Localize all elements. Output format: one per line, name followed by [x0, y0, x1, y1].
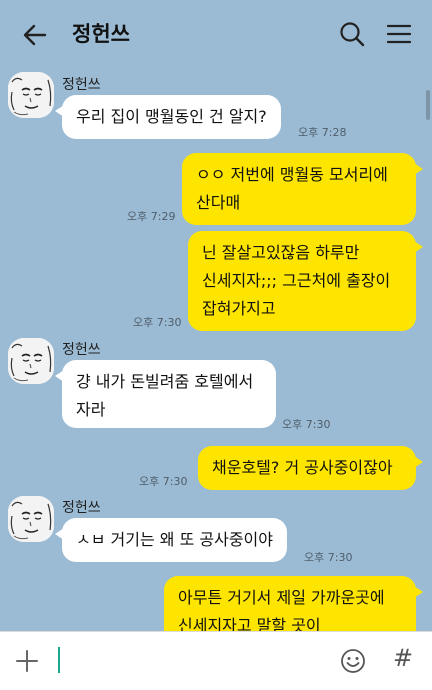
- message-bubble-outgoing[interactable]: ㅇㅇ 저번에 맹월동 모서리에 산다매: [182, 153, 423, 225]
- message-text-line: 잡혀가지고: [202, 299, 276, 318]
- message-bubble-outgoing[interactable]: 채운호텔? 거 공사중이잖아: [198, 446, 423, 490]
- message-time: 오후 7:29: [127, 210, 176, 223]
- message-text-line: 산다매: [196, 193, 241, 212]
- message-text-line: 자라: [76, 400, 106, 419]
- message-time: 오후 7:30: [133, 316, 182, 329]
- avatar-face-icon: [8, 338, 54, 384]
- message-time: 오후 7:30: [139, 475, 188, 488]
- message-text-line: 닌 잘살고있잖음 하루만: [202, 243, 360, 262]
- message-text: 우리 집이 맹월동인 건 알지?: [76, 107, 267, 126]
- message-text-line: 신세지자;;; 그근처에 출장이: [202, 271, 391, 290]
- message-input[interactable]: [56, 643, 316, 679]
- chat-title: 정헌쓰: [72, 22, 130, 46]
- avatar[interactable]: [8, 496, 54, 542]
- avatar[interactable]: [8, 72, 54, 118]
- message-input-bar: #: [0, 631, 432, 690]
- avatar-face-icon: [8, 72, 54, 118]
- search-icon[interactable]: [337, 19, 367, 49]
- sender-name: 정헌쓰: [62, 77, 101, 93]
- sender-name: 정헌쓰: [62, 500, 101, 516]
- text-caret: [58, 647, 60, 673]
- plus-icon[interactable]: [12, 646, 42, 676]
- sender-name: 정헌쓰: [62, 342, 101, 358]
- chat-header: 정헌쓰: [0, 0, 432, 68]
- hash-icon[interactable]: #: [388, 644, 418, 672]
- message-text: 채운호텔? 거 공사중이잖아: [212, 458, 393, 477]
- message-text-line: 아무튼 거기서 제일 가까운곳에: [178, 588, 385, 607]
- emoji-icon[interactable]: [339, 647, 367, 675]
- avatar[interactable]: [8, 338, 54, 384]
- message-text-line: 걍 내가 돈빌려줌 호텔에서: [76, 372, 254, 391]
- chat-message-list[interactable]: 정헌쓰 우리 집이 맹월동인 건 알지? 오후 7:28 ㅇㅇ 저번에 맹월동 …: [0, 68, 432, 631]
- avatar-face-icon: [8, 496, 54, 542]
- message-bubble-incoming[interactable]: 걍 내가 돈빌려줌 호텔에서 자라: [55, 360, 276, 428]
- hamburger-menu-icon[interactable]: [384, 19, 414, 49]
- message-text-line: ㅇㅇ 저번에 맹월동 모서리에: [196, 165, 388, 184]
- message-text: ㅅㅂ 거기는 왜 또 공사중이야: [76, 530, 273, 549]
- back-arrow-icon[interactable]: [20, 20, 50, 50]
- message-text-line: 신세지자고 말할 곳이: [178, 616, 321, 631]
- message-bubble-outgoing[interactable]: 아무튼 거기서 제일 가까운곳에 신세지자고 말할 곳이: [164, 576, 423, 631]
- message-time: 오후 7:28: [298, 126, 347, 139]
- message-time: 오후 7:30: [304, 551, 353, 564]
- message-bubble-outgoing[interactable]: 닌 잘살고있잖음 하루만 신세지자;;; 그근처에 출장이 잡혀가지고: [188, 231, 423, 331]
- message-bubble-incoming[interactable]: 우리 집이 맹월동인 건 알지?: [55, 95, 281, 139]
- message-time: 오후 7:30: [282, 418, 331, 431]
- message-bubble-incoming[interactable]: ㅅㅂ 거기는 왜 또 공사중이야: [55, 518, 287, 562]
